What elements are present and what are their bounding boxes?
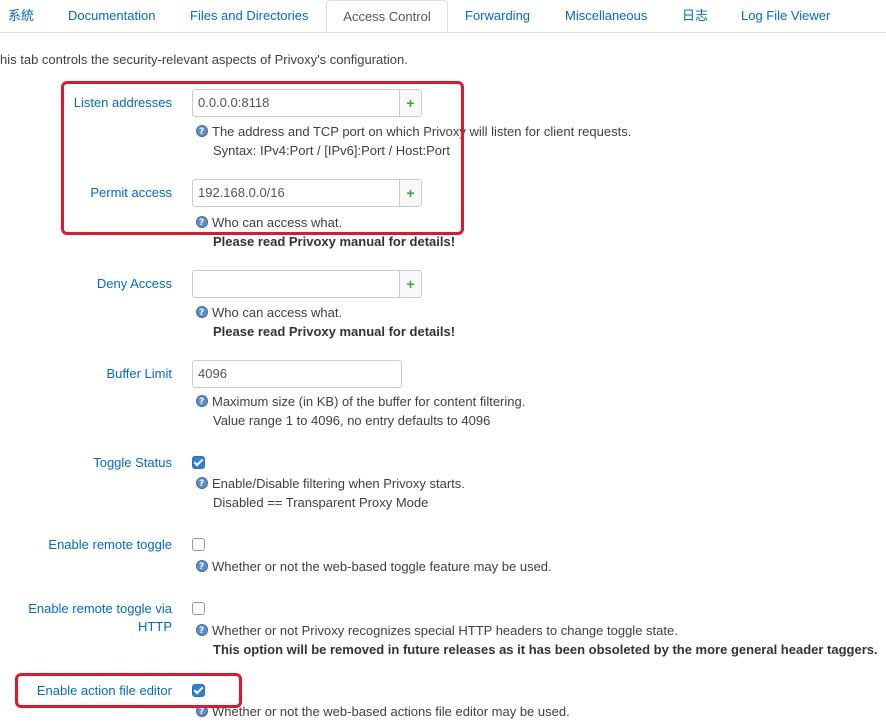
- help-icon: [196, 393, 208, 412]
- tab-forwarding[interactable]: Forwarding: [465, 0, 530, 32]
- remote-toggle-http-label: Enable remote toggle via HTTP: [28, 601, 172, 634]
- deny-access-add-button[interactable]: +: [400, 270, 422, 298]
- toggle-status-label: Toggle Status: [93, 455, 172, 470]
- buffer-limit-input[interactable]: 4096: [192, 360, 402, 388]
- deny-access-input[interactable]: [192, 270, 400, 298]
- toggle-status-checkbox[interactable]: [192, 456, 205, 469]
- remote-toggle-label: Enable remote toggle: [48, 537, 172, 552]
- tab-miscellaneous[interactable]: Miscellaneous: [565, 0, 647, 32]
- remote-toggle-checkbox[interactable]: [192, 538, 205, 551]
- help-icon: [196, 475, 208, 494]
- highlight-box-action-editor: [15, 673, 242, 708]
- tab-files-and-directories[interactable]: Files and Directories: [190, 0, 309, 32]
- toggle-status-description: Enable/Disable filtering when Privoxy st…: [196, 474, 465, 512]
- remote-toggle-description: Whether or not the web-based toggle feat…: [196, 557, 552, 577]
- help-icon: [196, 622, 208, 641]
- tab-description: his tab controls the security-relevant a…: [0, 52, 408, 67]
- tab-access-control[interactable]: Access Control: [326, 0, 448, 32]
- tab-system[interactable]: 系統: [8, 0, 34, 32]
- tab-log-file-viewer[interactable]: Log File Viewer: [741, 0, 830, 32]
- tab-bar: 系統 Documentation Files and Directories A…: [0, 0, 886, 33]
- tab-documentation[interactable]: Documentation: [68, 0, 155, 32]
- buffer-limit-label: Buffer Limit: [106, 366, 172, 381]
- remote-toggle-http-description: Whether or not Privoxy recognizes specia…: [196, 621, 878, 659]
- remote-toggle-http-checkbox[interactable]: [192, 602, 205, 615]
- tab-log[interactable]: 日志: [682, 0, 708, 32]
- help-icon: [196, 558, 208, 577]
- help-icon: [196, 304, 208, 323]
- buffer-limit-description: Maximum size (in KB) of the buffer for c…: [196, 392, 525, 430]
- action-editor-description: Whether or not the web-based actions fil…: [196, 702, 570, 722]
- deny-access-description: Who can access what. Please read Privoxy…: [196, 303, 455, 341]
- deny-access-label: Deny Access: [96, 276, 172, 291]
- highlight-box-listen-permit: [61, 81, 464, 235]
